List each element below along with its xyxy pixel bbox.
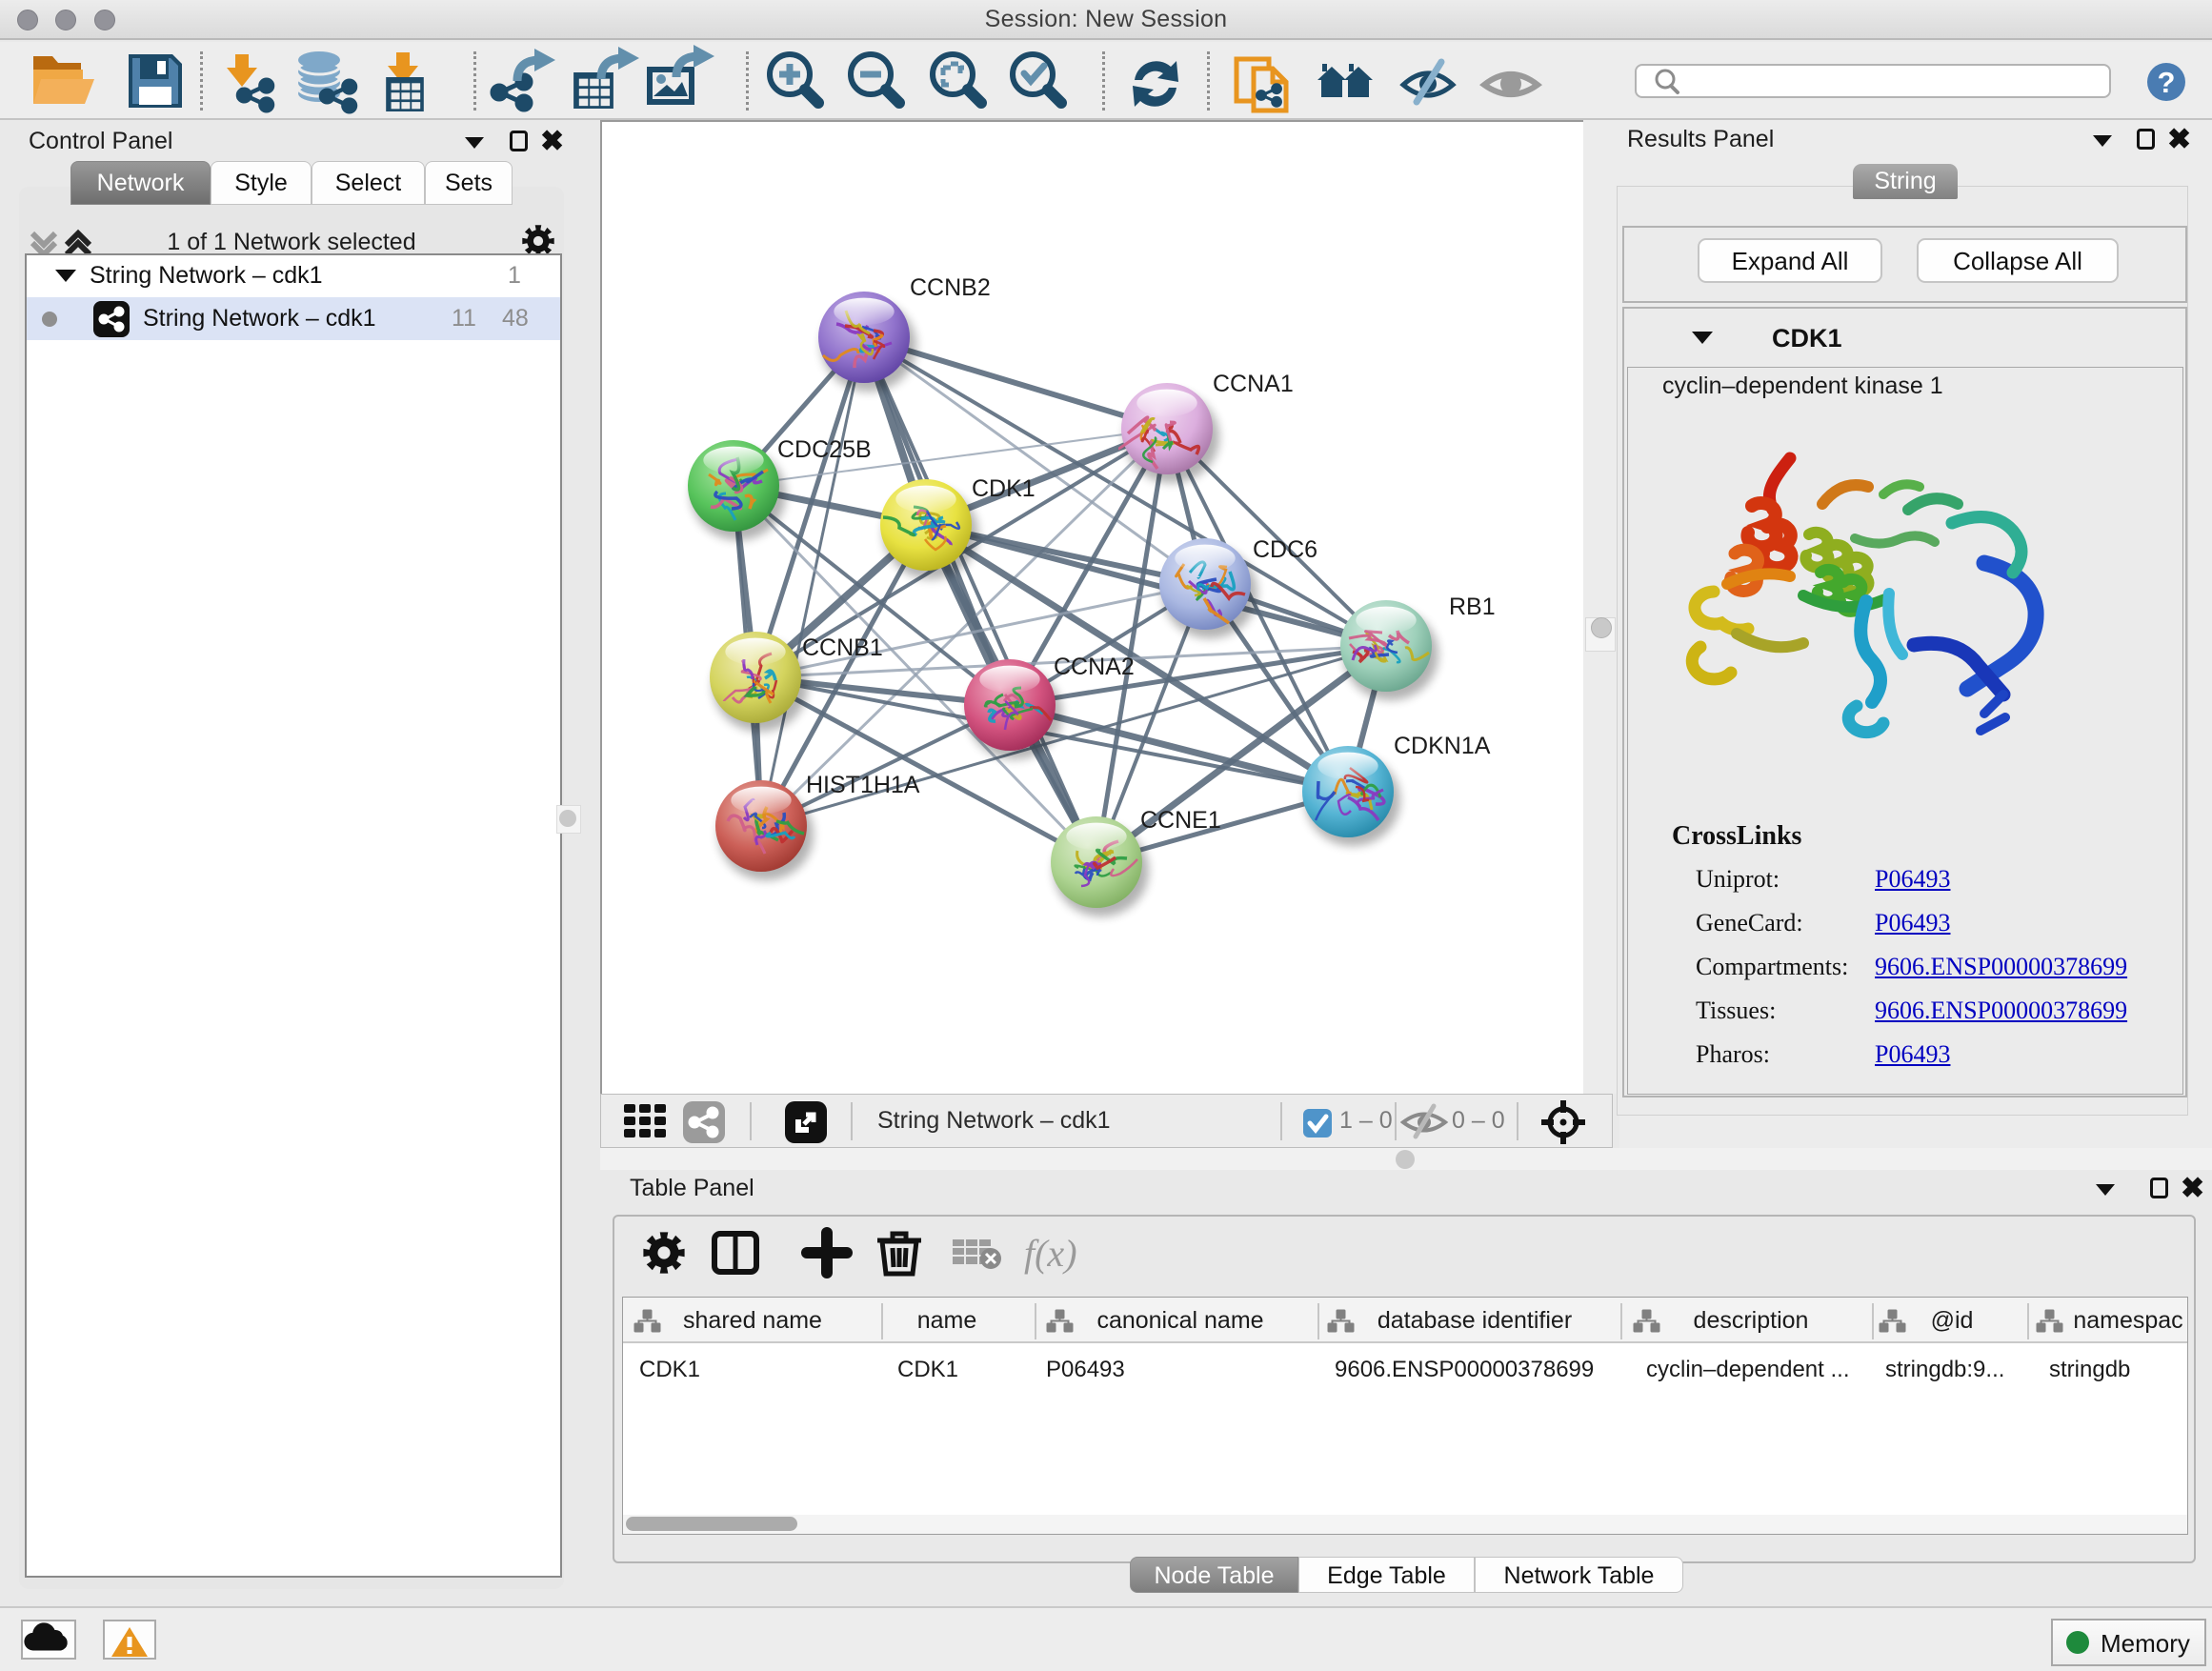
svg-text:?: ?: [2158, 66, 2176, 99]
svg-text:CDK1: CDK1: [972, 475, 1036, 502]
svg-text:f(x): f(x): [1024, 1232, 1077, 1275]
svg-text:CDC6: CDC6: [1253, 536, 1317, 563]
svg-text:HIST1H1A: HIST1H1A: [806, 772, 920, 798]
svg-text:CCNA1: CCNA1: [1213, 371, 1294, 397]
svg-text:RB1: RB1: [1449, 594, 1496, 620]
svg-text:CCNB1: CCNB1: [802, 634, 883, 661]
svg-text:CCNB2: CCNB2: [910, 274, 991, 301]
svg-text:CCNE1: CCNE1: [1140, 807, 1221, 834]
svg-text:CDC25B: CDC25B: [777, 436, 872, 463]
svg-text:CDKN1A: CDKN1A: [1394, 733, 1491, 759]
svg-text:CCNA2: CCNA2: [1054, 654, 1135, 680]
